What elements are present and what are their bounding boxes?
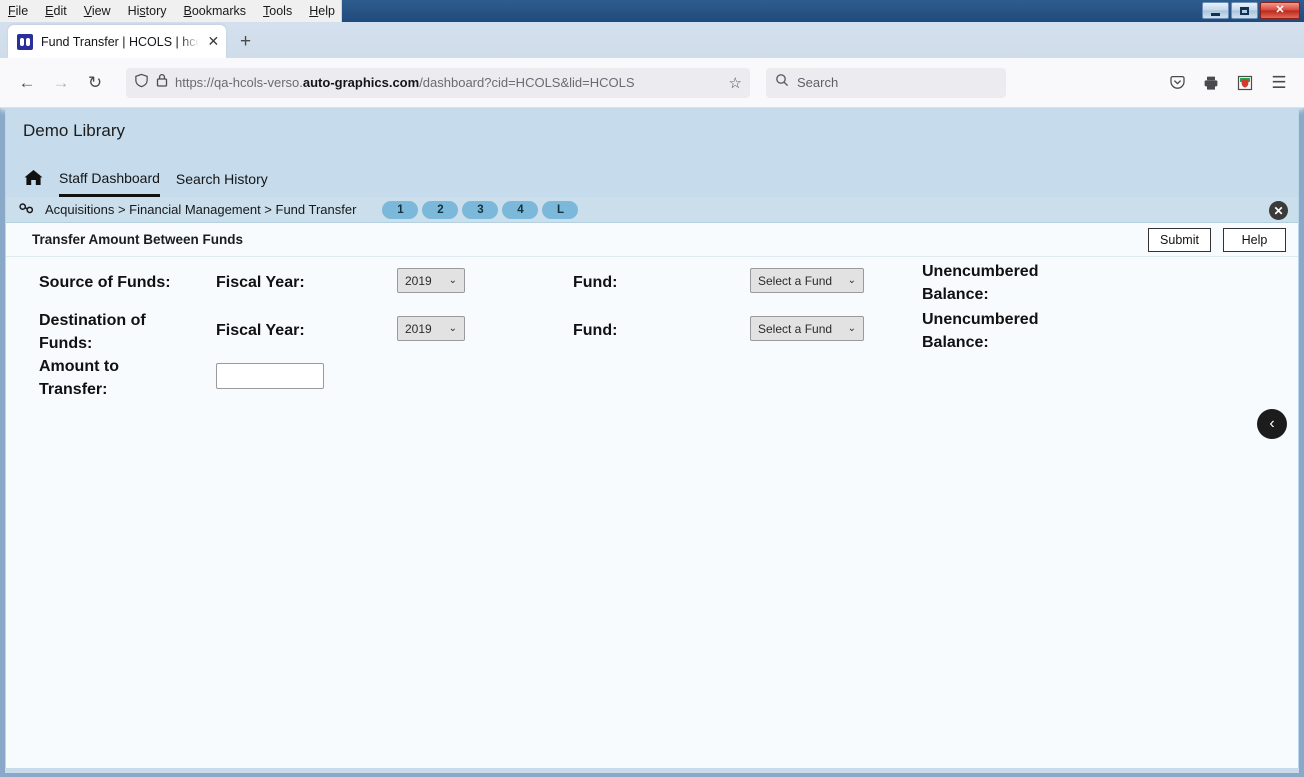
panel-actions: Submit Help <box>1148 227 1286 252</box>
browser-toolbar-right: ☰ <box>1166 68 1294 98</box>
menu-bookmarks[interactable]: Bookmarks <box>184 0 247 22</box>
source-fiscal-year-value: 2019 <box>405 273 432 288</box>
home-icon[interactable] <box>24 169 43 190</box>
url-text: https://qa-hcols-verso.auto-graphics.com… <box>175 75 635 90</box>
source-balance-label-line1: Unencumbered <box>922 263 1039 280</box>
destination-fund-label: Fund: <box>573 322 618 339</box>
window-maximize-button[interactable] <box>1231 2 1258 19</box>
lock-icon <box>156 73 168 92</box>
back-icon[interactable]: ← <box>10 68 44 98</box>
destination-fiscal-year-select[interactable]: 2019 ⌄ <box>397 316 465 341</box>
step-pill-4[interactable]: 4 <box>502 200 539 219</box>
menu-file[interactable]: File <box>8 0 28 22</box>
menu-tools[interactable]: Tools <box>263 0 292 22</box>
window-controls: ✕ <box>1202 2 1300 19</box>
destination-fund-value: Select a Fund <box>758 321 833 336</box>
browser-navbar: ← → ↻ https://qa-hcols-verso.auto-graphi… <box>0 58 1304 108</box>
chevron-down-icon: ⌄ <box>847 275 856 286</box>
source-unencumbered-balance: Unencumbered Balance: <box>922 260 1038 306</box>
destination-balance-label-line1: Unencumbered <box>922 311 1039 328</box>
source-balance-label-line2: Balance: <box>922 286 989 303</box>
app-header: Demo Library <box>6 108 1298 161</box>
close-icon[interactable]: ✕ <box>1269 201 1288 220</box>
page-bottom-edge <box>5 768 1299 773</box>
step-pill-1[interactable]: 1 <box>382 200 419 219</box>
source-fiscal-year-label: Fiscal Year: <box>216 274 305 291</box>
step-pill-l[interactable]: L <box>542 200 579 219</box>
print-icon[interactable] <box>1200 68 1222 98</box>
amount-to-transfer-label: Amount to Transfer: <box>39 358 119 398</box>
menu-help[interactable]: Help <box>309 0 335 22</box>
destination-fiscal-year-value: 2019 <box>405 321 432 336</box>
destination-unencumbered-balance: Unencumbered Balance: <box>922 308 1038 354</box>
new-tab-button[interactable]: + <box>240 31 251 53</box>
pocket-icon[interactable] <box>1166 68 1188 98</box>
security-extension-icon[interactable] <box>1234 68 1256 98</box>
window-close-button[interactable]: ✕ <box>1260 2 1300 19</box>
submit-button[interactable]: Submit <box>1148 227 1211 252</box>
help-button[interactable]: Help <box>1223 227 1286 252</box>
forward-icon[interactable]: → <box>44 68 78 98</box>
step-pill-3[interactable]: 3 <box>462 200 499 219</box>
breadcrumb-text[interactable]: Acquisitions > Financial Management > Fu… <box>45 202 356 217</box>
destination-fiscal-year-label: Fiscal Year: <box>216 322 305 339</box>
shield-icon <box>134 73 149 93</box>
link-key-icon <box>18 199 39 220</box>
menu-edit[interactable]: Edit <box>45 0 67 22</box>
browser-tab-title: Fund Transfer | HCOLS | hcols | A <box>41 34 199 49</box>
tab-search-history[interactable]: Search History <box>176 161 268 197</box>
source-fund-select[interactable]: Select a Fund ⌄ <box>750 268 864 293</box>
url-bar[interactable]: https://qa-hcols-verso.auto-graphics.com… <box>126 67 750 98</box>
favicon-icon <box>17 33 33 50</box>
step-pills: 1 2 3 4 L <box>382 200 579 219</box>
source-section-label: Source of Funds: <box>39 274 171 291</box>
fund-transfer-form: Source of Funds: Fiscal Year: 2019 ⌄ Fun… <box>6 257 1298 768</box>
destination-section-label: Destination of Funds: <box>39 312 146 352</box>
menu-history[interactable]: History <box>128 0 167 22</box>
browser-search-placeholder: Search <box>797 75 839 90</box>
window-minimize-button[interactable] <box>1202 2 1229 19</box>
web-page: Demo Library A All Headings ⌄ <box>5 108 1299 768</box>
browser-tab[interactable]: Fund Transfer | HCOLS | hcols | A ✕ <box>8 25 226 58</box>
app-brand: Demo Library <box>23 121 126 140</box>
step-pill-2[interactable]: 2 <box>422 200 459 219</box>
chevron-down-icon: ⌄ <box>448 275 457 286</box>
panel-title-row: Transfer Amount Between Funds Submit Hel… <box>6 223 1298 257</box>
menu-view[interactable]: View <box>84 0 111 22</box>
browser-menu-icon[interactable]: ☰ <box>1268 68 1290 98</box>
chevron-down-icon: ⌄ <box>847 323 856 334</box>
tab-staff-dashboard[interactable]: Staff Dashboard <box>59 161 160 197</box>
amount-to-transfer-input[interactable] <box>216 363 324 389</box>
browser-search-box[interactable]: Search <box>766 67 1006 98</box>
destination-fund-select[interactable]: Select a Fund ⌄ <box>750 316 864 341</box>
browser-window: ✕ File Edit View History Bookmarks Tools… <box>0 0 1304 777</box>
source-fund-label: Fund: <box>573 274 618 291</box>
app-nav-tabs: Staff Dashboard Search History <box>6 161 1298 197</box>
breadcrumb-bar: Acquisitions > Financial Management > Fu… <box>6 197 1298 223</box>
previous-page-button[interactable]: ‹ <box>1257 409 1287 439</box>
source-fiscal-year-select[interactable]: 2019 ⌄ <box>397 268 465 293</box>
bookmark-star-icon[interactable]: ☆ <box>729 74 742 92</box>
destination-balance-label-line2: Balance: <box>922 334 989 351</box>
browser-tabstrip: Fund Transfer | HCOLS | hcols | A ✕ + <box>0 22 1304 58</box>
browser-menubar: File Edit View History Bookmarks Tools H… <box>0 0 342 22</box>
chevron-down-icon: ⌄ <box>448 323 457 334</box>
page-title: Transfer Amount Between Funds <box>32 232 244 247</box>
source-fund-value: Select a Fund <box>758 273 833 288</box>
close-icon[interactable]: ✕ <box>207 33 220 50</box>
reload-icon[interactable]: ↻ <box>78 68 112 98</box>
search-icon <box>775 73 789 92</box>
